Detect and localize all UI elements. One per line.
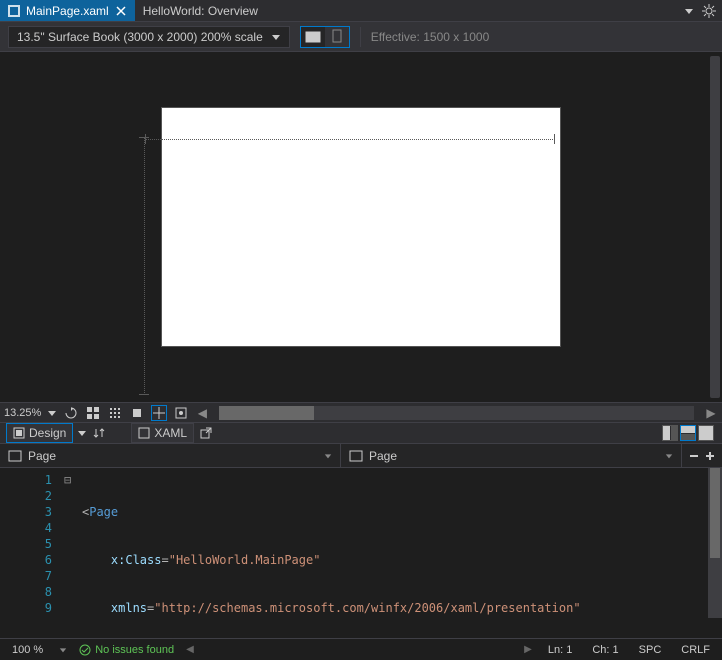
line-number-gutter: 1 2 3 4 5 6 7 8 9 bbox=[0, 468, 64, 618]
popout-button[interactable] bbox=[198, 425, 214, 441]
refresh-button[interactable] bbox=[63, 405, 79, 421]
xaml-pane-label: XAML bbox=[154, 426, 187, 440]
grid-icon bbox=[87, 407, 99, 419]
tab-mainpage-xaml[interactable]: MainPage.xaml bbox=[0, 0, 135, 21]
scroll-right-button[interactable]: ▶ bbox=[704, 406, 718, 420]
member-selector-combo[interactable]: Page bbox=[369, 449, 673, 463]
design-horizontal-scrollbar[interactable] bbox=[219, 406, 694, 420]
swap-icon bbox=[93, 427, 105, 439]
status-indent[interactable]: SPC bbox=[635, 644, 666, 656]
status-issues[interactable]: No issues found bbox=[79, 644, 174, 656]
landscape-button[interactable] bbox=[301, 27, 325, 47]
layout-vertical-button[interactable] bbox=[662, 425, 678, 441]
scroll-left-button[interactable]: ◀ bbox=[195, 406, 209, 420]
device-preview-combo[interactable]: 13.5" Surface Book (3000 x 2000) 200% sc… bbox=[8, 26, 290, 48]
scroll-right-indicator[interactable]: ▶ bbox=[524, 644, 532, 655]
grid-button[interactable] bbox=[85, 405, 101, 421]
element-icon bbox=[8, 450, 22, 462]
status-bar: 100 % No issues found ◀ ▶ Ln: 1 Ch: 1 SP… bbox=[0, 638, 722, 660]
xaml-file-icon bbox=[8, 5, 20, 17]
dropdown-icon[interactable] bbox=[682, 4, 696, 18]
refresh-icon bbox=[65, 407, 77, 419]
swap-panes-button[interactable] bbox=[91, 425, 107, 441]
landscape-icon bbox=[305, 31, 321, 43]
snap-grid-button[interactable] bbox=[107, 405, 123, 421]
portrait-icon bbox=[331, 29, 343, 45]
xaml-pane-icon bbox=[138, 427, 150, 439]
effective-size-label: Effective: 1500 x 1000 bbox=[371, 30, 490, 44]
element-selector-label: Page bbox=[28, 449, 56, 463]
design-pane-label: Design bbox=[29, 426, 66, 440]
device-label: 13.5" Surface Book (3000 x 2000) 200% sc… bbox=[17, 30, 263, 44]
chevron-down-icon[interactable] bbox=[47, 408, 57, 418]
status-col[interactable]: Ch: 1 bbox=[588, 644, 622, 656]
chevron-down-icon bbox=[271, 32, 281, 42]
ruler-horizontal bbox=[145, 134, 555, 142]
check-circle-icon bbox=[79, 644, 91, 656]
element-icon bbox=[349, 450, 363, 462]
xaml-pane-tab[interactable]: XAML bbox=[131, 423, 194, 443]
snap-baseline-button[interactable] bbox=[151, 405, 167, 421]
code-content[interactable]: <Page x:Class="HelloWorld.MainPage" xmln… bbox=[78, 468, 617, 618]
xaml-editor[interactable]: 1 2 3 4 5 6 7 8 9 ⊟ <Page x:Class="Hello… bbox=[0, 468, 722, 618]
popout-icon bbox=[200, 427, 212, 439]
status-line[interactable]: Ln: 1 bbox=[544, 644, 576, 656]
tab-helloworld-overview[interactable]: HelloWorld: Overview bbox=[135, 0, 266, 21]
snap-baseline-icon bbox=[153, 407, 165, 419]
ruler-vertical bbox=[139, 137, 147, 395]
fold-toggle[interactable]: ⊟ bbox=[64, 472, 78, 488]
minus-icon[interactable] bbox=[688, 450, 700, 462]
chevron-down-icon[interactable] bbox=[59, 646, 67, 654]
gear-icon[interactable] bbox=[702, 4, 716, 18]
plus-icon[interactable] bbox=[704, 450, 716, 462]
fold-gutter[interactable]: ⊟ bbox=[64, 468, 78, 618]
layout-horizontal-button[interactable] bbox=[680, 425, 696, 441]
editor-vertical-scrollbar[interactable] bbox=[708, 468, 722, 618]
snap-grid-icon bbox=[109, 407, 121, 419]
tab-label: MainPage.xaml bbox=[26, 4, 109, 18]
tab-label: HelloWorld: Overview bbox=[143, 4, 258, 18]
member-selector-label: Page bbox=[369, 449, 397, 463]
snap-lines-button[interactable] bbox=[129, 405, 145, 421]
design-zoom-label[interactable]: 13.25% bbox=[4, 407, 41, 419]
design-canvas[interactable] bbox=[161, 107, 561, 347]
portrait-button[interactable] bbox=[325, 27, 349, 47]
design-surface[interactable] bbox=[0, 52, 722, 402]
design-pane-tab[interactable]: Design bbox=[6, 423, 73, 443]
orientation-toggle[interactable] bbox=[300, 26, 350, 48]
effects-button[interactable] bbox=[173, 405, 189, 421]
design-vertical-scrollbar[interactable] bbox=[710, 56, 720, 398]
chevron-down-icon[interactable] bbox=[77, 428, 87, 438]
status-eol[interactable]: CRLF bbox=[677, 644, 714, 656]
chevron-down-icon bbox=[665, 452, 673, 460]
scroll-left-indicator[interactable]: ◀ bbox=[186, 644, 194, 655]
element-selector-combo[interactable]: Page bbox=[28, 449, 332, 463]
design-pane-icon bbox=[13, 427, 25, 439]
layout-single-button[interactable] bbox=[698, 425, 714, 441]
snap-lines-icon bbox=[131, 407, 143, 419]
close-icon[interactable] bbox=[115, 5, 127, 17]
effects-icon bbox=[175, 407, 187, 419]
status-zoom[interactable]: 100 % bbox=[8, 644, 47, 656]
separator bbox=[360, 27, 361, 47]
chevron-down-icon bbox=[324, 452, 332, 460]
